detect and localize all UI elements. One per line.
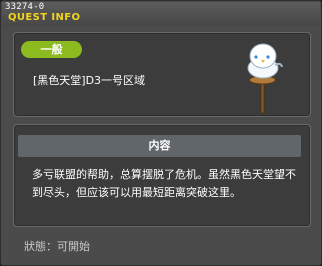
quest-category-badge: 一般: [21, 41, 82, 58]
quest-description: 多亏联盟的帮助，总算摆脱了危机。虽然黑色天堂望不到尽头，但应该可以用最短距离突破…: [32, 168, 296, 199]
snowman-on-signpost-icon: [247, 43, 283, 114]
window-title: QUEST INFO: [8, 12, 81, 23]
window-id: 33274-0: [5, 2, 45, 12]
content-section-header: 内容: [18, 135, 301, 157]
window-titlebar[interactable]: 33274-0 QUEST INFO: [2, 2, 320, 26]
quest-status: 狀態：可開始: [24, 240, 90, 253]
quest-name: [黑色天堂]D3一号区域: [33, 74, 146, 87]
quest-info-window: 33274-0 QUEST INFO 一般 [黑色天堂]D3一号区域 内容 多亏…: [0, 0, 322, 266]
